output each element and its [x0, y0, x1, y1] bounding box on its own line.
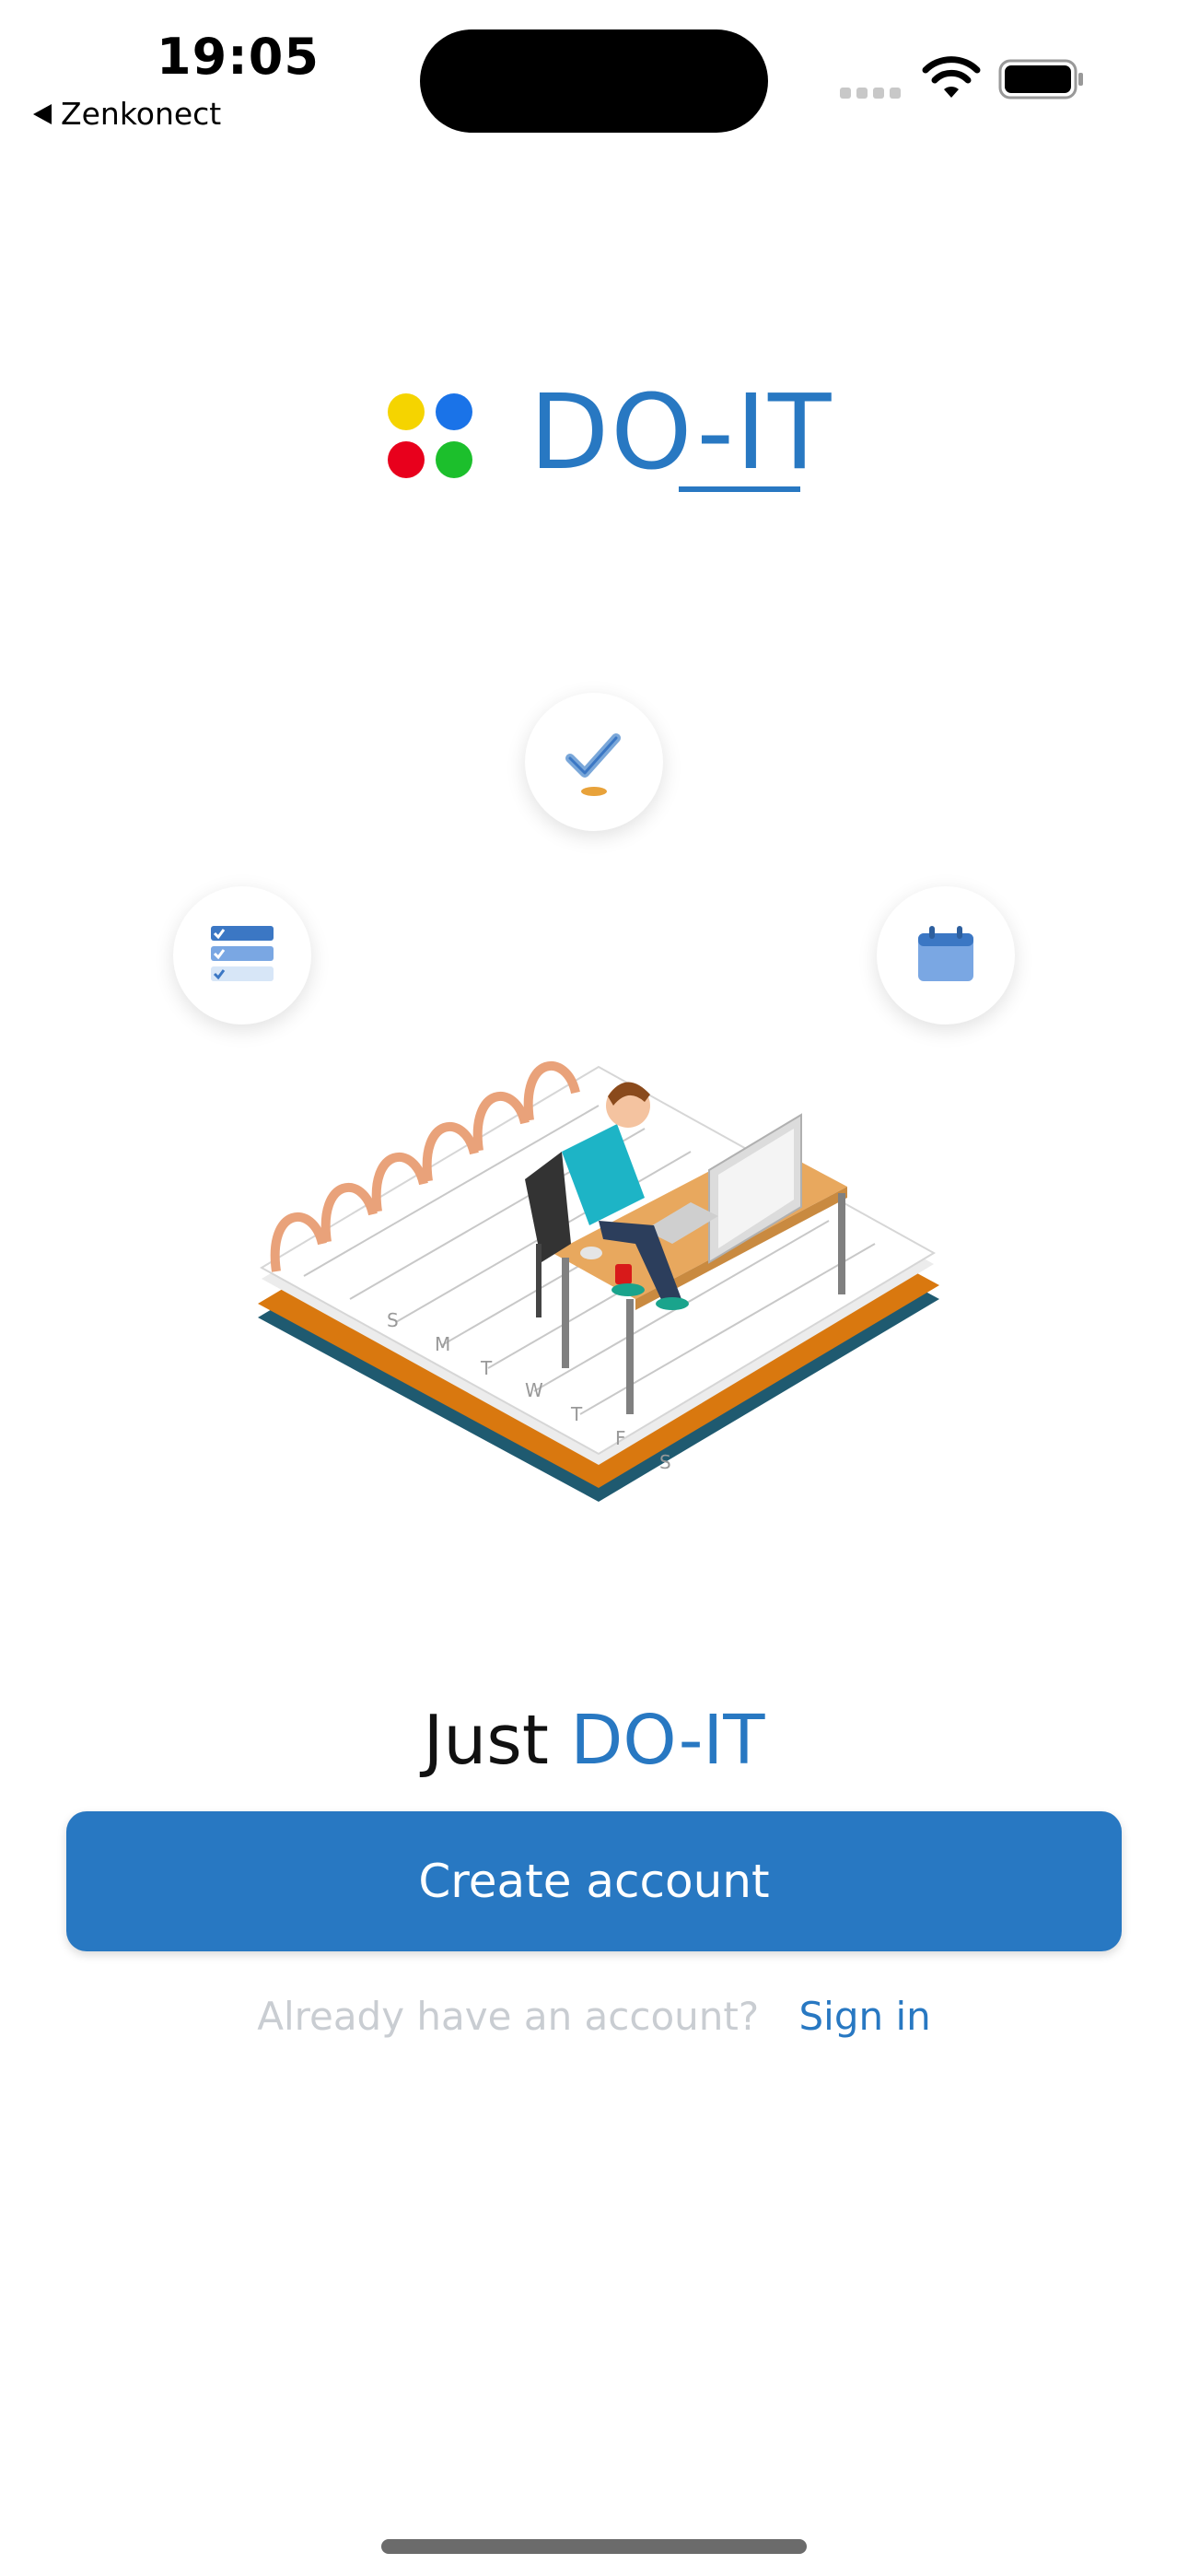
- tagline: Just DO-IT: [0, 1701, 1188, 1780]
- cellular-signal-icon: [840, 85, 906, 99]
- calendar-bubble: [877, 886, 1015, 1025]
- day-letter: W: [525, 1379, 543, 1401]
- tagline-prefix: Just: [423, 1701, 549, 1780]
- battery-icon: [998, 59, 1083, 100]
- day-letter: T: [480, 1357, 493, 1379]
- logo-dots-icon: [388, 393, 472, 478]
- dynamic-island: [420, 29, 768, 133]
- day-letter: F: [615, 1427, 626, 1449]
- already-have-account-text: Already have an account?: [257, 1994, 760, 2039]
- back-arrow-icon: [33, 103, 52, 124]
- tagline-brand: DO-IT: [570, 1701, 765, 1780]
- planner-desk-illustration: S M T W T F S: [258, 1061, 939, 1502]
- status-time: 19:05: [157, 28, 320, 86]
- sign-in-link[interactable]: Sign in: [799, 1994, 931, 2039]
- wifi-icon: [922, 56, 981, 98]
- day-letter: T: [570, 1403, 583, 1425]
- signin-prompt: Already have an account? Sign in: [0, 1994, 1188, 2039]
- day-letter: S: [387, 1309, 399, 1331]
- create-account-button[interactable]: Create account: [66, 1811, 1122, 1951]
- logo-underline: [679, 486, 800, 492]
- list-icon: [211, 926, 274, 981]
- back-to-app-button[interactable]: Zenkonect: [33, 96, 221, 132]
- day-letter: S: [659, 1451, 671, 1473]
- checkmark-icon: [565, 733, 621, 796]
- calendar-icon: [918, 926, 973, 981]
- home-indicator[interactable]: [381, 2539, 807, 2554]
- back-app-label: Zenkonect: [61, 96, 222, 132]
- day-letter: M: [435, 1333, 450, 1355]
- list-bubble: [173, 886, 311, 1025]
- app-logo-text: DO-IT: [530, 373, 833, 493]
- checkmark-bubble: [525, 693, 663, 831]
